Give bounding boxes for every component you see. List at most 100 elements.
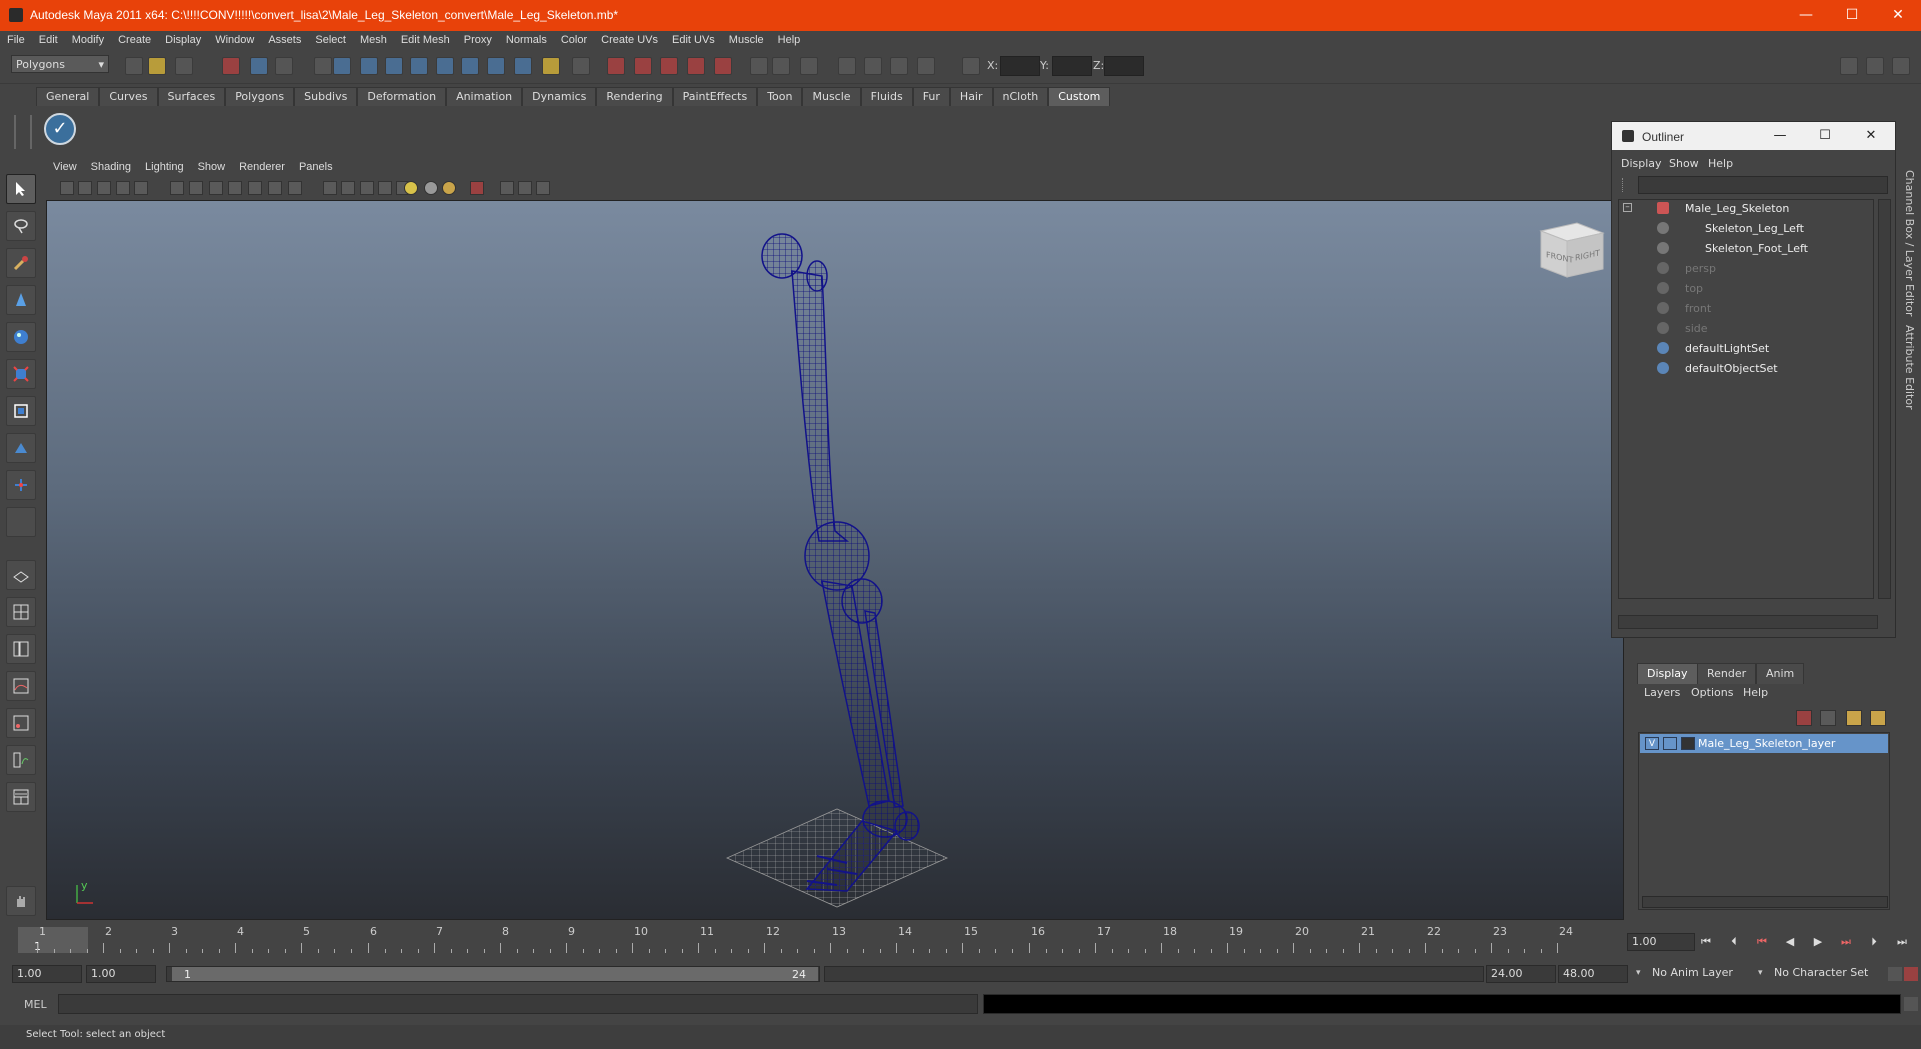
custom-layout-button[interactable] xyxy=(6,782,36,812)
menu-create[interactable]: Create xyxy=(111,31,158,46)
outliner-maximize-button[interactable]: ☐ xyxy=(1802,122,1848,150)
checkmark-shelf-button[interactable]: ✓ xyxy=(44,113,76,145)
outliner-close-button[interactable]: ✕ xyxy=(1848,122,1894,150)
menu-edit[interactable]: Edit xyxy=(32,31,65,46)
playback-start-field[interactable]: 1.00 xyxy=(86,965,156,983)
select-rendering-icon[interactable] xyxy=(487,57,505,75)
menu-normals[interactable]: Normals xyxy=(499,31,554,46)
script-editor-icon[interactable] xyxy=(1904,997,1918,1011)
playback-end-field[interactable]: 24.00 xyxy=(1486,965,1556,983)
shelf-tab-hair[interactable]: Hair xyxy=(949,87,993,106)
z-coordinate-field[interactable] xyxy=(1104,56,1144,76)
last-tool-button[interactable] xyxy=(6,507,36,537)
shelf-tab-custom[interactable]: Custom xyxy=(1048,87,1111,106)
command-language-label[interactable]: MEL xyxy=(24,998,47,1011)
outliner-horizontal-scrollbar[interactable] xyxy=(1618,615,1878,629)
animation-start-field[interactable]: 1.00 xyxy=(12,965,82,983)
time-slider[interactable] xyxy=(14,925,1620,955)
menu-color[interactable]: Color xyxy=(554,31,594,46)
outliner-item-front[interactable]: front xyxy=(1619,300,1869,318)
paint-select-tool-button[interactable] xyxy=(6,248,36,278)
layer-display-type-toggle[interactable] xyxy=(1663,737,1677,750)
bookmarks-icon[interactable] xyxy=(97,181,111,195)
film-gate-icon[interactable] xyxy=(209,181,223,195)
animation-preferences-icon[interactable] xyxy=(1904,967,1918,981)
output-ops-icon[interactable] xyxy=(772,57,790,75)
save-scene-icon[interactable] xyxy=(175,57,193,75)
outliner-item-male-leg-skeleton[interactable]: Male_Leg_Skeleton xyxy=(1619,200,1869,218)
step-back-frame-button[interactable]: ⏴ xyxy=(1726,935,1742,949)
resolution-gate-icon[interactable] xyxy=(228,181,242,195)
outliner-item-persp[interactable]: persp xyxy=(1619,260,1869,278)
outliner-minimize-button[interactable]: — xyxy=(1757,122,1803,150)
xray-active-icon[interactable] xyxy=(518,181,532,195)
panel-menu-panels[interactable]: Panels xyxy=(292,159,340,173)
panel-menu-shading[interactable]: Shading xyxy=(84,159,138,173)
shelf-tab-muscle[interactable]: Muscle xyxy=(802,87,861,106)
outliner-search-input[interactable] xyxy=(1638,176,1888,194)
menu-window[interactable]: Window xyxy=(208,31,261,46)
isolate-select-icon[interactable] xyxy=(470,181,484,195)
select-curves-icon[interactable] xyxy=(385,57,403,75)
2d-pan-zoom-icon[interactable] xyxy=(170,181,184,195)
construction-history-icon[interactable] xyxy=(800,57,818,75)
move-tool-button[interactable] xyxy=(6,285,36,315)
share-icon[interactable] xyxy=(536,181,550,195)
layer-menu-help[interactable]: Help xyxy=(1743,686,1768,699)
minimize-button[interactable]: — xyxy=(1783,0,1829,31)
y-coordinate-field[interactable] xyxy=(1052,56,1092,76)
lock-selection-icon[interactable] xyxy=(542,57,560,75)
outliner-item-side[interactable]: side xyxy=(1619,320,1869,338)
shelf-tab-dynamics[interactable]: Dynamics xyxy=(522,87,597,106)
go-to-end-button[interactable]: ⏭ xyxy=(1894,935,1910,949)
menu-edit-uvs[interactable]: Edit UVs xyxy=(665,31,722,46)
lights-icon[interactable] xyxy=(404,181,418,195)
gate-mask-icon[interactable] xyxy=(248,181,262,195)
field-chart-icon[interactable] xyxy=(268,181,282,195)
menu-select[interactable]: Select xyxy=(308,31,353,46)
shelf-tab-fur[interactable]: Fur xyxy=(912,87,950,106)
shelf-tab-general[interactable]: General xyxy=(36,87,100,106)
shelf-tab-polygons[interactable]: Polygons xyxy=(225,87,295,106)
menu-create-uvs[interactable]: Create UVs xyxy=(594,31,665,46)
select-joints-icon[interactable] xyxy=(360,57,378,75)
anim-layer-selector[interactable]: No Anim Layer xyxy=(1648,965,1758,983)
channel-box-tab[interactable]: Channel Box / Layer Editor xyxy=(1903,170,1916,317)
shelf-tab-deformation[interactable]: Deformation xyxy=(357,87,447,106)
toggle-tool-settings-icon[interactable] xyxy=(1866,57,1884,75)
new-layer-icon[interactable] xyxy=(1846,710,1862,726)
open-scene-icon[interactable] xyxy=(148,57,166,75)
perspective-viewport[interactable]: FRONT RIGHT y xyxy=(46,200,1624,920)
shelf-tab-ncloth[interactable]: nCloth xyxy=(992,87,1049,106)
menu-file[interactable]: File xyxy=(0,31,32,46)
shelf-tab-fluids[interactable]: Fluids xyxy=(860,87,913,106)
select-by-hierarchy-icon[interactable] xyxy=(222,57,240,75)
layer-menu-layers[interactable]: Layers xyxy=(1644,686,1680,699)
menu-display[interactable]: Display xyxy=(158,31,208,46)
absolute-transform-icon[interactable] xyxy=(962,57,980,75)
select-handles-icon[interactable] xyxy=(333,57,351,75)
select-dynamics-icon[interactable] xyxy=(461,57,479,75)
default-light-icon[interactable] xyxy=(442,181,456,195)
outliner-item-default-light-set[interactable]: defaultLightSet xyxy=(1619,340,1869,358)
outliner-item-skeleton-foot-left[interactable]: Skeleton_Foot_Left xyxy=(1619,240,1869,258)
persp-outliner-layout-button[interactable] xyxy=(6,634,36,664)
maximize-button[interactable]: ☐ xyxy=(1829,0,1875,31)
panel-menu-show[interactable]: Show xyxy=(191,159,233,173)
menu-proxy[interactable]: Proxy xyxy=(457,31,499,46)
shelf-tab-surfaces[interactable]: Surfaces xyxy=(157,87,226,106)
animation-end-field[interactable]: 48.00 xyxy=(1558,965,1628,983)
question-icon[interactable] xyxy=(514,57,532,75)
outliner-item-default-object-set[interactable]: defaultObjectSet xyxy=(1619,360,1869,378)
layer-up-icon[interactable] xyxy=(1796,710,1812,726)
layer-down-icon[interactable] xyxy=(1820,710,1836,726)
make-live-icon[interactable] xyxy=(714,57,732,75)
select-by-component-icon[interactable] xyxy=(275,57,293,75)
snap-grid-icon[interactable] xyxy=(607,57,625,75)
new-layer-from-selected-icon[interactable] xyxy=(1870,710,1886,726)
outliner-item-skeleton-leg-left[interactable]: Skeleton_Leg_Left xyxy=(1619,220,1869,238)
snap-view-plane-icon[interactable] xyxy=(687,57,705,75)
select-tool-button[interactable] xyxy=(6,174,36,204)
layer-tab-anim[interactable]: Anim xyxy=(1756,663,1805,684)
soft-mod-tool-button[interactable] xyxy=(6,433,36,463)
